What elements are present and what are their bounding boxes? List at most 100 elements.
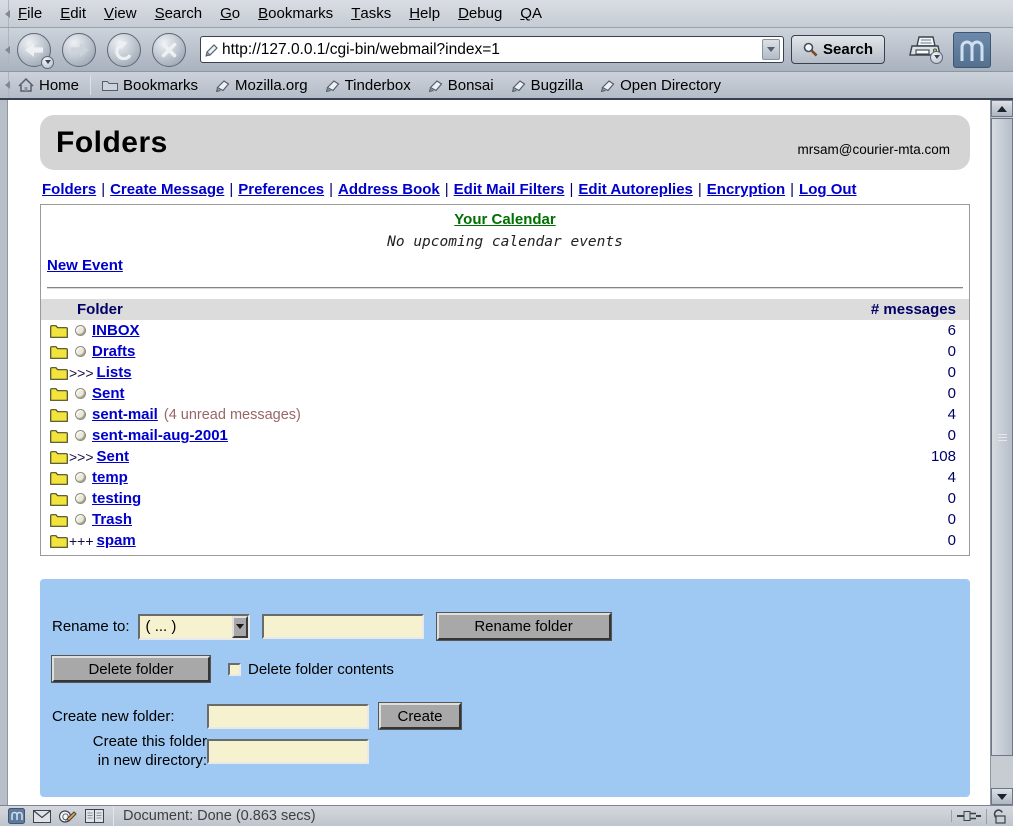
page-nav-link[interactable]: Preferences xyxy=(238,181,324,198)
search-button[interactable]: Search xyxy=(791,35,885,64)
rename-label: Rename to: xyxy=(52,618,130,635)
new-event-link[interactable]: New Event xyxy=(47,257,123,274)
address-book-component-icon[interactable] xyxy=(85,809,104,823)
scrollbar-thumb[interactable] xyxy=(991,118,1013,756)
menu-item[interactable]: Search xyxy=(146,0,212,27)
print-dropdown[interactable] xyxy=(930,51,943,64)
column-header-messages: # messages xyxy=(715,299,969,320)
page-nav-link[interactable]: Create Message xyxy=(110,181,224,198)
reload-button[interactable] xyxy=(107,33,141,67)
folder-link[interactable]: Lists xyxy=(97,364,132,381)
personal-toolbar-item[interactable]: Bonsai xyxy=(420,72,503,98)
folder-link[interactable]: spam xyxy=(97,532,136,549)
back-button[interactable] xyxy=(17,33,51,67)
url-bookmark-icon[interactable] xyxy=(205,43,219,57)
folder-link[interactable]: temp xyxy=(92,469,128,486)
yellow-folder-icon xyxy=(50,513,68,527)
menu-item[interactable]: Go xyxy=(211,0,249,27)
folder-message-count: 6 xyxy=(715,320,969,341)
nav-link-separator: | xyxy=(329,181,333,198)
folder-table-row: +++ spam 0 xyxy=(41,530,969,551)
page-nav-link[interactable]: Encryption xyxy=(707,181,785,198)
mozilla-m-icon xyxy=(958,37,986,63)
mail-component-icon[interactable] xyxy=(33,810,51,823)
menubar-grippy[interactable] xyxy=(0,0,9,27)
menu-item[interactable]: Help xyxy=(400,0,449,27)
bookmark-tag-icon xyxy=(512,79,526,92)
yellow-folder-icon xyxy=(50,324,68,338)
menu-item[interactable]: View xyxy=(95,0,146,27)
folder-select-radio[interactable] xyxy=(75,346,86,357)
menu-item[interactable]: Bookmarks xyxy=(249,0,342,27)
page-nav-link[interactable]: Edit Mail Filters xyxy=(454,181,565,198)
menu-item[interactable]: File xyxy=(9,0,51,27)
page-nav-link[interactable]: Address Book xyxy=(338,181,440,198)
navigation-toolbar: http://127.0.0.1/cgi-bin/webmail?index=1… xyxy=(0,28,1013,72)
security-status-segment[interactable] xyxy=(986,809,1013,824)
stop-button[interactable] xyxy=(152,33,186,67)
folder-select-radio[interactable] xyxy=(75,430,86,441)
offline-status-segment[interactable] xyxy=(951,810,986,822)
folder-select-radio[interactable] xyxy=(75,472,86,483)
folder-link[interactable]: sent-mail xyxy=(92,406,158,423)
navigator-component-icon[interactable] xyxy=(8,808,25,824)
folder-select-radio[interactable] xyxy=(75,409,86,420)
personal-toolbar-item[interactable]: Open Directory xyxy=(592,72,730,98)
mozilla-logo[interactable] xyxy=(953,32,991,68)
url-bar[interactable]: http://127.0.0.1/cgi-bin/webmail?index=1 xyxy=(200,36,784,63)
vertical-scrollbar[interactable] xyxy=(990,100,1013,805)
back-history-dropdown[interactable] xyxy=(41,56,54,69)
print-button[interactable] xyxy=(907,34,943,66)
create-row: Create new folder: Create xyxy=(52,703,970,729)
folder-link[interactable]: Sent xyxy=(97,448,130,465)
menu-item[interactable]: Tasks xyxy=(342,0,400,27)
scrollbar-track[interactable] xyxy=(991,117,1013,788)
offline-plug-icon xyxy=(957,810,981,822)
personal-toolbar-item-label: Open Directory xyxy=(620,77,721,94)
folder-link[interactable]: Trash xyxy=(92,511,132,528)
create-folder-input[interactable] xyxy=(207,704,369,729)
folder-select-radio[interactable] xyxy=(75,493,86,504)
personal-toolbar-item[interactable]: Mozilla.org xyxy=(207,72,317,98)
your-calendar-link[interactable]: Your Calendar xyxy=(454,211,555,228)
page-nav-link[interactable]: Edit Autoreplies xyxy=(578,181,692,198)
rename-input[interactable] xyxy=(262,614,424,639)
forward-button[interactable] xyxy=(62,33,96,67)
url-dropdown-button[interactable] xyxy=(762,39,780,60)
folder-link[interactable]: Sent xyxy=(92,385,125,402)
folder-select-radio[interactable] xyxy=(75,514,86,525)
menu-item[interactable]: Edit xyxy=(51,0,95,27)
personal-toolbar-item[interactable]: Tinderbox xyxy=(317,72,420,98)
page-nav-link[interactable]: Log Out xyxy=(799,181,856,198)
delete-contents-checkbox[interactable] xyxy=(228,663,241,676)
folder-link[interactable]: INBOX xyxy=(92,322,140,339)
folder-select-radio[interactable] xyxy=(75,388,86,399)
url-text[interactable]: http://127.0.0.1/cgi-bin/webmail?index=1 xyxy=(222,41,762,59)
rename-folder-button[interactable]: Rename folder xyxy=(437,613,611,640)
personal-toolbar-item[interactable]: Home xyxy=(9,72,88,98)
folder-table-row: sent-mail (4 unread messages) 4 xyxy=(41,404,969,425)
create-directory-input[interactable] xyxy=(207,739,369,764)
personal-toolbar-item[interactable]: Bugzilla xyxy=(503,72,593,98)
delete-folder-button[interactable]: Delete folder xyxy=(52,656,210,682)
yellow-folder-icon xyxy=(50,471,68,485)
create-button[interactable]: Create xyxy=(379,703,461,729)
scrollbar-down-arrow[interactable] xyxy=(991,788,1013,805)
scrollbar-up-arrow[interactable] xyxy=(991,100,1013,117)
menu-item[interactable]: Debug xyxy=(449,0,511,27)
personal-toolbar-grippy[interactable] xyxy=(0,72,9,98)
folder-select-radio[interactable] xyxy=(75,325,86,336)
rename-target-select[interactable]: ( ... ) xyxy=(138,614,250,640)
folder-table-row: >>> Sent 108 xyxy=(41,446,969,467)
navbar-grippy[interactable] xyxy=(0,28,9,71)
page-nav-link[interactable]: Folders xyxy=(42,181,96,198)
menu-item[interactable]: QA xyxy=(511,0,551,27)
folder-link[interactable]: Drafts xyxy=(92,343,135,360)
content-area: Folders mrsam@courier-mta.com Folders|Cr… xyxy=(0,100,1013,805)
composer-component-icon[interactable]: Q xyxy=(59,809,77,824)
yellow-folder-icon xyxy=(50,387,68,401)
folder-link[interactable]: sent-mail-aug-2001 xyxy=(92,427,228,444)
folder-link[interactable]: testing xyxy=(92,490,141,507)
select-dropdown-arrow-icon[interactable] xyxy=(232,616,248,638)
personal-toolbar-item[interactable]: Bookmarks xyxy=(93,72,207,98)
